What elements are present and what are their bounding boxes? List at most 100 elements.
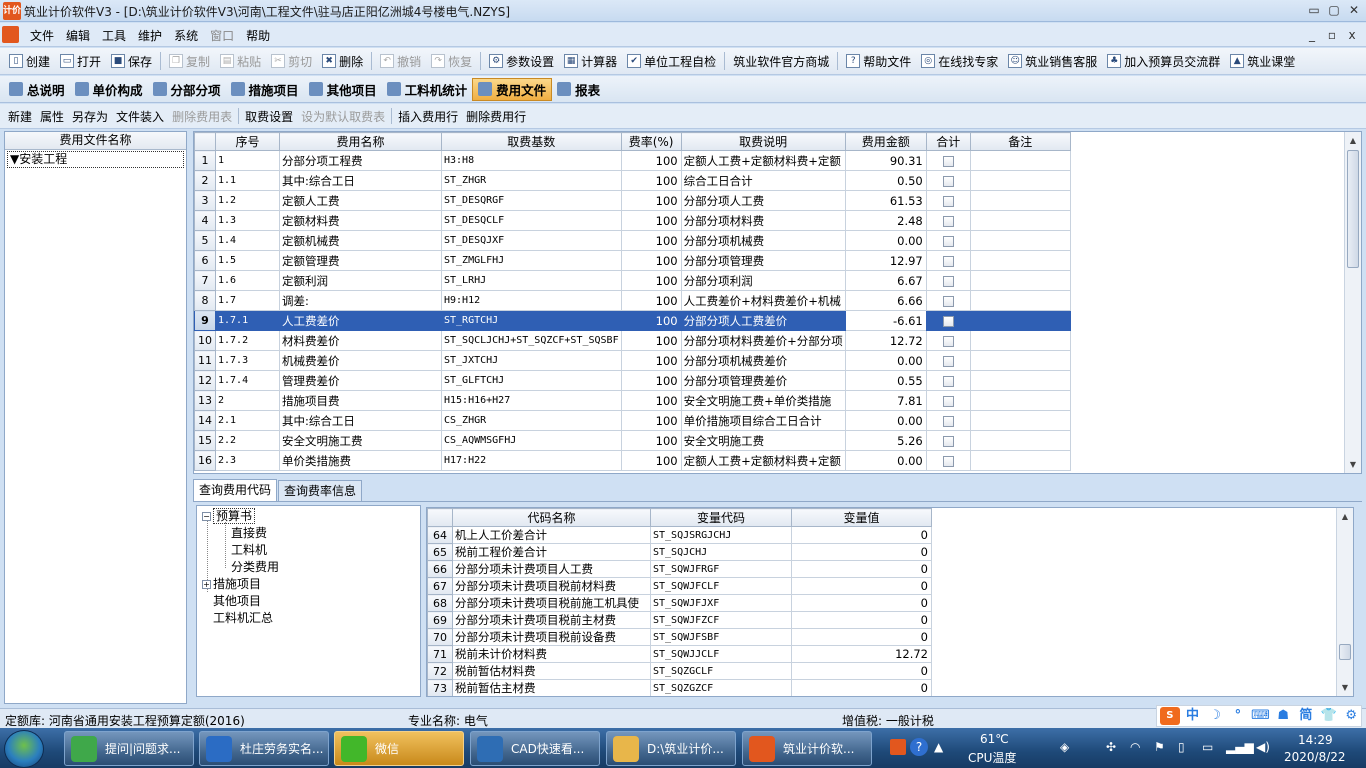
fee-toolbar-button-2[interactable]: 另存为 <box>68 108 112 125</box>
seq-cell[interactable]: 1.7 <box>215 290 280 311</box>
table-row[interactable]: 70 分部分项未计费项目税前设备费 ST_SQWJFSBF 0 <box>427 628 932 646</box>
rate-cell[interactable]: 100 <box>620 410 682 431</box>
fee-toolbar-button-8[interactable]: 删除费用行 <box>462 108 530 125</box>
tools-icon[interactable]: ✣ <box>1106 740 1116 754</box>
toolbar-button-5[interactable]: ✂ 剪切 <box>266 50 317 72</box>
remark-cell[interactable] <box>969 290 1071 311</box>
variable-value-cell[interactable]: 0 <box>791 594 932 612</box>
toolbar-button-0[interactable]: ▯ 创建 <box>4 50 55 72</box>
clock-time[interactable]: 14:29 <box>1298 733 1333 747</box>
toolbar-button-2[interactable]: ■ 保存 <box>106 50 157 72</box>
mdi-restore-icon[interactable]: ▫ <box>1322 26 1342 44</box>
fee-base-cell[interactable]: ST_LRHJ <box>441 270 622 291</box>
fee-name-cell[interactable]: 其中:综合工日 <box>279 170 442 191</box>
rate-cell[interactable]: 100 <box>620 210 682 231</box>
total-checkbox[interactable] <box>942 435 954 447</box>
toolbar-button-8[interactable]: ↷ 恢复 <box>426 50 477 72</box>
seq-cell[interactable]: 1.3 <box>215 210 280 231</box>
column-header[interactable]: 取费说明 <box>680 132 846 151</box>
volume-icon[interactable]: ◀) <box>1256 740 1270 754</box>
fee-base-cell[interactable]: ST_JXTCHJ <box>441 350 622 371</box>
display-icon[interactable]: ▭ <box>1202 740 1213 754</box>
fee-name-cell[interactable]: 管理费差价 <box>279 370 442 391</box>
rate-cell[interactable]: 100 <box>620 350 682 371</box>
fee-name-cell[interactable]: 材料费差价 <box>279 330 442 351</box>
rate-cell[interactable]: 100 <box>620 170 682 191</box>
ime-button-7[interactable]: ⚙ <box>1341 707 1361 725</box>
tab-0[interactable]: 总说明 <box>4 78 70 101</box>
taskbar-item[interactable]: 提问|问题求... <box>64 731 194 766</box>
collapse-icon[interactable]: − <box>202 512 211 521</box>
app-tray-icon[interactable] <box>890 739 906 755</box>
total-cell[interactable] <box>925 330 971 351</box>
ime-logo-icon[interactable]: S <box>1160 707 1180 725</box>
toolbar-button-9[interactable]: ⚙ 参数设置 <box>484 50 559 72</box>
table-row[interactable]: 71 税前未计价材料费 ST_SQWJJCLF 12.72 <box>427 645 932 663</box>
description-cell[interactable]: 安全文明施工费 <box>680 430 846 451</box>
fee-name-cell[interactable]: 定额利润 <box>279 270 442 291</box>
amount-cell[interactable]: 0.55 <box>844 370 927 391</box>
toolbar-button-14[interactable]: ◎ 在线找专家 <box>916 50 1003 72</box>
table-row[interactable]: 66 分部分项未计费项目人工费 ST_SQWJFRGF 0 <box>427 560 932 578</box>
menu-item-0[interactable]: 文件 <box>24 27 60 44</box>
total-cell[interactable] <box>925 170 971 191</box>
fee-base-cell[interactable]: ST_DESQCLF <box>441 210 622 231</box>
seq-cell[interactable]: 2 <box>215 390 280 411</box>
table-row[interactable]: 12 1.7.4 管理费差价 ST_GLFTCHJ 100 分部分项管理费差价 0.55 <box>194 370 1071 391</box>
fee-name-cell[interactable]: 调差: <box>279 290 442 311</box>
fee-name-cell[interactable]: 定额材料费 <box>279 210 442 231</box>
seq-cell[interactable]: 1.6 <box>215 270 280 291</box>
taskbar-item[interactable]: 筑业计价软... <box>742 731 872 766</box>
code-name-cell[interactable]: 分部分项未计费项目税前设备费 <box>452 628 651 646</box>
table-row[interactable]: 14 2.1 其中:综合工日 CS_ZHGR 100 单价措施项目综合工日合计 0.00 <box>194 410 1071 431</box>
tree-node[interactable]: 分类费用 <box>231 559 279 575</box>
variable-value-cell[interactable]: 0 <box>791 543 932 561</box>
column-header[interactable]: 序号 <box>215 132 280 151</box>
remark-cell[interactable] <box>969 170 1071 191</box>
tab-1[interactable]: 单价构成 <box>70 78 148 101</box>
table-row[interactable]: 3 1.2 定额人工费 ST_DESQRGF 100 分部分项人工费 61.53 <box>194 190 1071 211</box>
variable-code-cell[interactable]: ST_SQJSRGJCHJ <box>650 526 792 544</box>
code-name-cell[interactable]: 分部分项未计费项目人工费 <box>452 560 651 578</box>
rate-cell[interactable]: 100 <box>620 250 682 271</box>
seq-cell[interactable]: 1 <box>215 150 280 171</box>
fee-name-cell[interactable]: 措施项目费 <box>279 390 442 411</box>
ime-button-1[interactable]: ☽ <box>1205 707 1225 725</box>
rate-cell[interactable]: 100 <box>620 270 682 291</box>
expand-icon[interactable]: + <box>202 580 211 589</box>
total-cell[interactable] <box>925 370 971 391</box>
tree-node[interactable]: 工料机 <box>231 542 267 558</box>
amount-cell[interactable]: 0.00 <box>844 350 927 371</box>
fee-base-cell[interactable]: ST_ZHGR <box>441 170 622 191</box>
code-table-scrollbar[interactable]: ▲ ▼ <box>1336 508 1353 696</box>
rate-cell[interactable]: 100 <box>620 450 682 471</box>
column-header[interactable]: 变量代码 <box>650 508 792 527</box>
toolbar-button-16[interactable]: ♣ 加入预算员交流群 <box>1102 50 1225 72</box>
total-checkbox[interactable] <box>942 295 954 307</box>
menu-item-2[interactable]: 工具 <box>96 27 132 44</box>
description-cell[interactable]: 分部分项管理费 <box>680 250 846 271</box>
start-button-icon[interactable] <box>4 730 44 768</box>
ime-button-2[interactable]: ° <box>1228 707 1248 725</box>
fee-base-cell[interactable]: ST_DESQJXF <box>441 230 622 251</box>
fee-name-cell[interactable]: 人工费差价 <box>279 310 442 331</box>
menu-item-1[interactable]: 编辑 <box>60 27 96 44</box>
variable-value-cell[interactable]: 0 <box>791 526 932 544</box>
table-row[interactable]: 7 1.6 定额利润 ST_LRHJ 100 分部分项利润 6.67 <box>194 270 1071 291</box>
fee-base-cell[interactable]: H9:H12 <box>441 290 622 311</box>
amount-cell[interactable]: 0.00 <box>844 450 927 471</box>
scroll-down-icon[interactable]: ▼ <box>1337 679 1353 696</box>
variable-code-cell[interactable]: ST_SQJCHJ <box>650 543 792 561</box>
tab-3[interactable]: 措施项目 <box>226 78 304 101</box>
description-cell[interactable]: 分部分项人工费差价 <box>680 310 846 331</box>
minimize-icon[interactable]: ▭ <box>1304 1 1324 19</box>
tree-node[interactable]: 直接费 <box>231 525 267 541</box>
seq-cell[interactable]: 1.2 <box>215 190 280 211</box>
total-checkbox[interactable] <box>942 175 954 187</box>
rate-cell[interactable]: 100 <box>620 190 682 211</box>
flag-icon[interactable]: ⚑ <box>1154 740 1165 754</box>
description-cell[interactable]: 定额人工费+定额材料费+定额 <box>680 150 846 171</box>
scroll-up-icon[interactable]: ▲ <box>1345 132 1361 149</box>
variable-value-cell[interactable]: 0 <box>791 679 932 696</box>
remark-cell[interactable] <box>969 150 1071 171</box>
